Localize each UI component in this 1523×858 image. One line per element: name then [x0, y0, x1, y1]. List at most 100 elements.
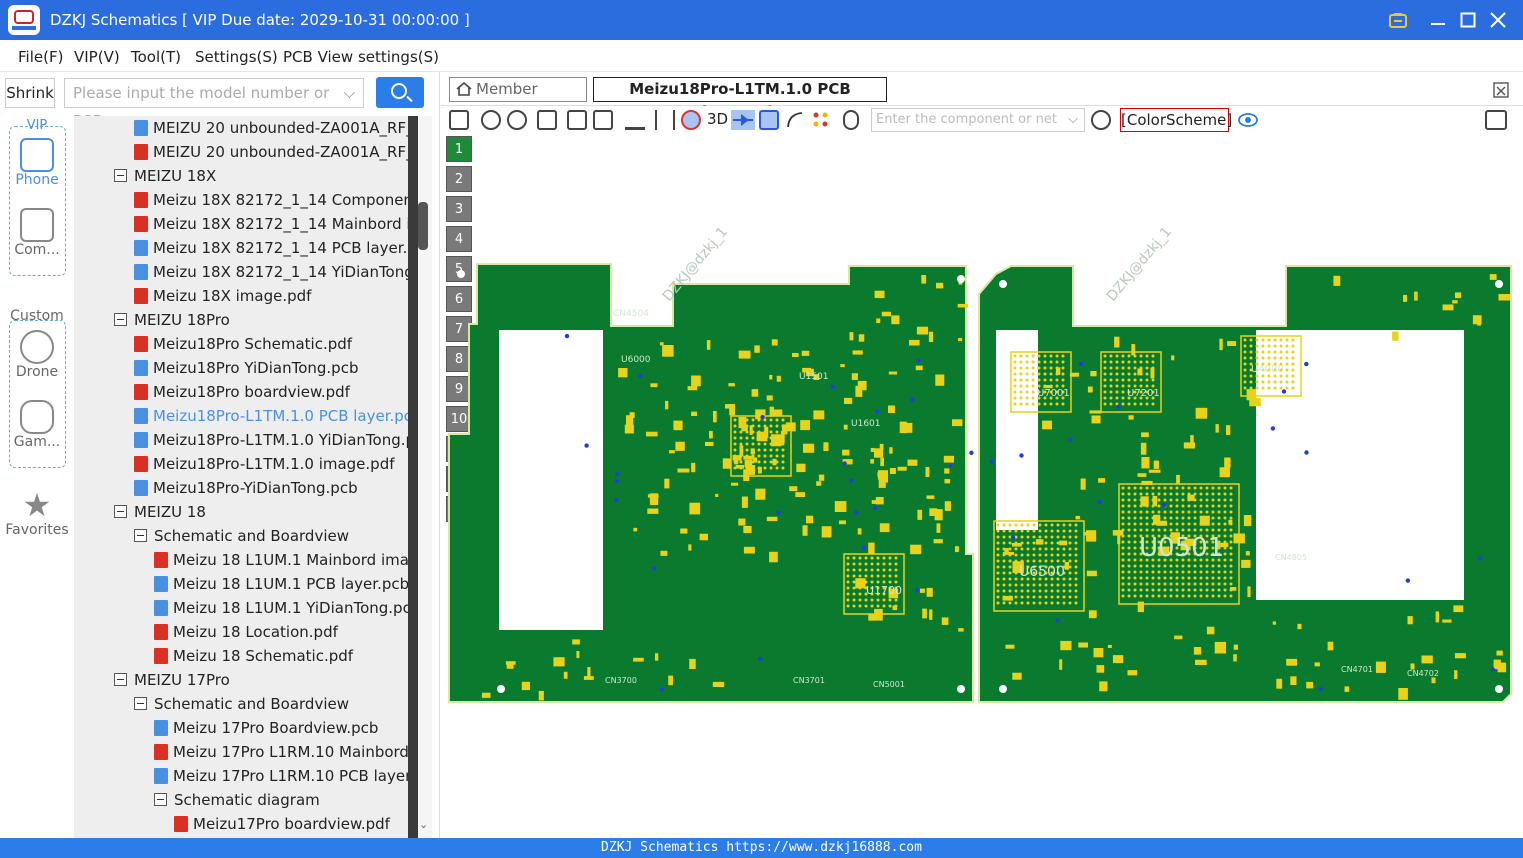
tree-file[interactable]: Meizu18Pro-L1TM.1.0 YiDianTong.pcl [134, 428, 408, 452]
category-favorites[interactable]: ★ Favorites [0, 488, 74, 538]
maximize-icon[interactable] [1455, 7, 1481, 33]
tree-item-label: Meizu 18X image.pdf [153, 287, 312, 305]
tree-file[interactable]: Meizu 18X 82172_1_14 Component ex [134, 188, 408, 212]
tree-file[interactable]: Meizu 18 L1UM.1 YiDianTong.pcb [154, 596, 408, 620]
category-computer[interactable]: Com... [0, 208, 74, 258]
bga-ball [1056, 583, 1060, 587]
chevron-down-icon[interactable]: ⌵ [1068, 109, 1078, 131]
component-pad [840, 364, 845, 368]
bga-ball [1121, 546, 1125, 550]
tab-active-file[interactable]: Meizu18Pro-L1TM.1.0 PCB layer.pcb [593, 77, 887, 121]
3d-view-button[interactable]: 3D [707, 110, 728, 128]
shrink-button[interactable]: Shrink [5, 78, 55, 108]
pads-icon[interactable] [811, 110, 831, 130]
wallet-icon[interactable] [1385, 7, 1411, 33]
tree-file[interactable]: Meizu 18 L1UM.1 PCB layer.pcb [154, 572, 408, 596]
tree-file[interactable]: Meizu18Pro-L1TM.1.0 PCB layer.pcb [134, 404, 408, 428]
component-pad [738, 350, 751, 359]
menu-file[interactable]: File(F) [18, 48, 63, 66]
bga-ball [1014, 547, 1018, 551]
component-search-input[interactable]: Enter the component or net nan ⌵ [871, 108, 1085, 149]
tree-file[interactable]: Meizu 18 Location.pdf [154, 620, 338, 644]
tree-folder[interactable]: MEIZU 18X [114, 164, 216, 188]
tree-file[interactable]: Meizu18Pro Schematic.pdf [134, 332, 352, 356]
bga-ball [1169, 582, 1173, 586]
tree-file[interactable]: MEIZU 20 unbounded-ZA001A_RF_V4 [134, 116, 408, 140]
pin-mode-icon[interactable] [731, 110, 755, 130]
tree-file[interactable]: Meizu 17Pro L1RM.10 Mainbord ir [154, 740, 408, 764]
window-title: DZKJ Schematics [ VIP Due date: 2029-10-… [50, 11, 470, 29]
side-panel-icon[interactable] [1485, 110, 1507, 130]
tree-folder[interactable]: MEIZU 18 [114, 500, 206, 524]
scrollbar-thumb[interactable] [418, 202, 428, 250]
chevron-down-icon[interactable]: ⌄ [419, 818, 428, 831]
zoom-out-icon[interactable] [507, 110, 527, 130]
bga-ball [858, 562, 862, 566]
rotate-right-icon[interactable] [593, 110, 613, 130]
tree-scrollbar[interactable]: ⌄ [408, 116, 432, 838]
search-button[interactable] [376, 77, 424, 108]
component-pad [660, 550, 668, 556]
close-icon[interactable] [1485, 7, 1511, 33]
tree-folder[interactable]: Schematic diagram [154, 788, 320, 812]
eye-icon[interactable] [1238, 110, 1258, 130]
highlight-icon[interactable] [681, 110, 701, 130]
rotate-left-icon[interactable] [567, 110, 587, 130]
category-drone[interactable]: Drone [0, 330, 74, 380]
pcb-toolbar: 3D Enter the component or net nan ⌵ [Col… [441, 106, 1523, 149]
chevron-down-icon[interactable]: ⌵ [344, 79, 355, 107]
mouse-icon[interactable] [843, 110, 859, 130]
curve-tool-icon[interactable] [785, 110, 805, 130]
tab-member-center[interactable]: Member Center [449, 77, 587, 121]
tree-file[interactable]: Meizu 18X image.pdf [134, 284, 311, 308]
bga-ball [1229, 522, 1233, 526]
tree-folder[interactable]: Schematic and Boardview [134, 524, 349, 548]
tree-file[interactable]: Meizu18Pro boardview.pdf [134, 380, 350, 404]
tree-folder[interactable]: MEIZU 18Pro [114, 308, 230, 332]
bga-ball [769, 424, 773, 428]
tree-folder[interactable]: MEIZU 17Pro [114, 668, 230, 692]
tree-item-label: Schematic and Boardview [154, 527, 349, 545]
menu-vip[interactable]: VIP(V) [74, 48, 120, 66]
bga-ball [1032, 559, 1036, 563]
tree-file[interactable]: Meizu 18 Schematic.pdf [154, 644, 353, 668]
tree-file[interactable]: Meizu17Pro boardview.pdf [174, 812, 390, 836]
pcb-board-view[interactable]: CN4504 U6000 U1501 U1601 U1700 CN3700 CN3701 CN… [441, 134, 1523, 838]
zoom-in-icon[interactable] [481, 110, 501, 130]
pcb-canvas[interactable]: 123456789101112ALL CN4504U6000U1501U1601… [441, 134, 1523, 838]
net-trace-icon[interactable] [759, 110, 779, 130]
split-view-icon[interactable] [449, 110, 469, 130]
tree-file[interactable]: Meizu 18X 82172_1_14 YiDianTong.pc [134, 260, 408, 284]
category-game[interactable]: Gam... [0, 400, 74, 450]
board-cutout [996, 330, 1038, 530]
tree-file[interactable]: Meizu 17Pro Boardview.pcb [154, 716, 378, 740]
paint-brush-icon[interactable] [625, 110, 645, 130]
tree-file[interactable]: Meizu 18X 82172_1_14 Mainbord ima [134, 212, 408, 236]
tree-file[interactable]: Meizu 17Pro L1RM.10 PCB layer.pc [154, 764, 408, 788]
bga-ball [1115, 354, 1119, 358]
tree-file[interactable]: MEIZU 20 unbounded-ZA001A_RF_V4 [134, 140, 408, 164]
category-phone[interactable]: Phone [0, 138, 74, 188]
bga-ball [1133, 564, 1137, 568]
bga-ball [1249, 344, 1253, 348]
tree-file[interactable]: Meizu 18 L1UM.1 Mainbord image [154, 548, 408, 572]
minimize-icon[interactable] [1425, 7, 1451, 33]
menu-pcb-view-settings[interactable]: PCB View settings(S) [283, 48, 439, 66]
bga-ball [1014, 541, 1018, 545]
tree-file[interactable]: Meizu18Pro-YiDianTong.pcb [134, 476, 358, 500]
tree-folder[interactable]: Schematic and Boardview [134, 692, 349, 716]
menu-settings[interactable]: Settings(S) [195, 48, 278, 66]
search-icon[interactable] [1091, 110, 1111, 130]
tree-file[interactable]: Meizu 18X 82172_1_14 PCB layer.pcb [134, 236, 408, 260]
bga-ball [1169, 528, 1173, 532]
bga-ball [870, 562, 874, 566]
fit-view-icon[interactable] [537, 110, 557, 130]
tree-file[interactable]: Meizu18Pro-L1TM.1.0 image.pdf [134, 452, 395, 476]
bga-ball [1145, 582, 1149, 586]
mirror-icon[interactable] [655, 110, 675, 130]
model-search-input[interactable]: Please input the model number or PCB ⌵ [64, 78, 364, 130]
menu-tool[interactable]: Tool(T) [131, 48, 181, 66]
tree-file[interactable]: Meizu18Pro YiDianTong.pcb [134, 356, 358, 380]
close-tab-icon[interactable] [1493, 80, 1511, 102]
color-scheme-button[interactable]: [ColorScheme] [1120, 108, 1232, 132]
